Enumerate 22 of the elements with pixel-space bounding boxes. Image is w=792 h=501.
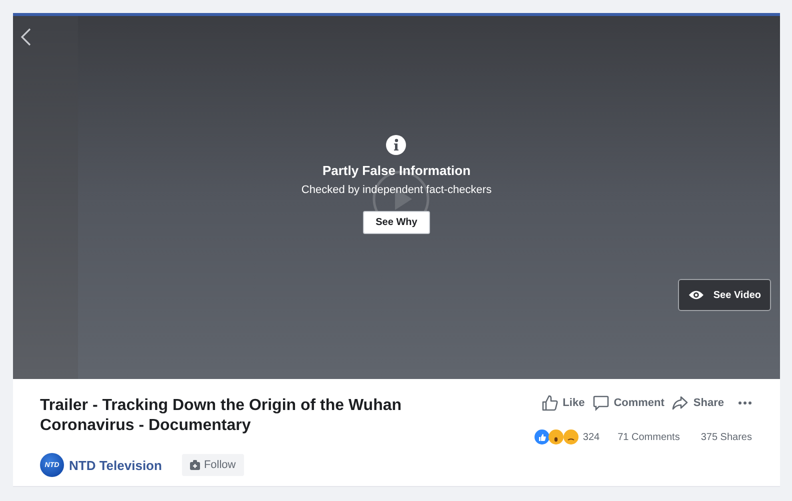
eye-icon [688, 289, 704, 301]
reaction-icons[interactable] [534, 429, 580, 445]
video-title: Trailer - Tracking Down the Origin of the Wuhan Coronavirus - Documentary [40, 396, 403, 436]
comment-button[interactable]: Comment [592, 395, 664, 411]
speech-bubble-icon [592, 395, 609, 411]
page-name-link[interactable]: NTD Television [69, 458, 162, 472]
info-icon [386, 135, 406, 155]
more-button[interactable] [738, 401, 752, 405]
more-icon [738, 401, 752, 405]
shares-count-link[interactable]: 375 Shares [700, 432, 752, 442]
warning-title: Partly False Information [322, 163, 471, 178]
follow-button[interactable]: Follow [182, 454, 244, 476]
thumbs-up-icon [542, 395, 558, 411]
like-button[interactable]: Like [542, 395, 585, 411]
comments-count-link[interactable]: 71 Comments [618, 432, 680, 442]
share-button[interactable]: Share [672, 395, 724, 411]
follow-icon [190, 460, 200, 470]
reaction-count[interactable]: 324 [582, 432, 600, 442]
back-icon[interactable] [20, 27, 32, 47]
see-video-button[interactable]: See Video [678, 279, 771, 311]
share-arrow-icon [672, 395, 688, 411]
warning-subtitle: Checked by independent fact-checkers [301, 184, 492, 196]
